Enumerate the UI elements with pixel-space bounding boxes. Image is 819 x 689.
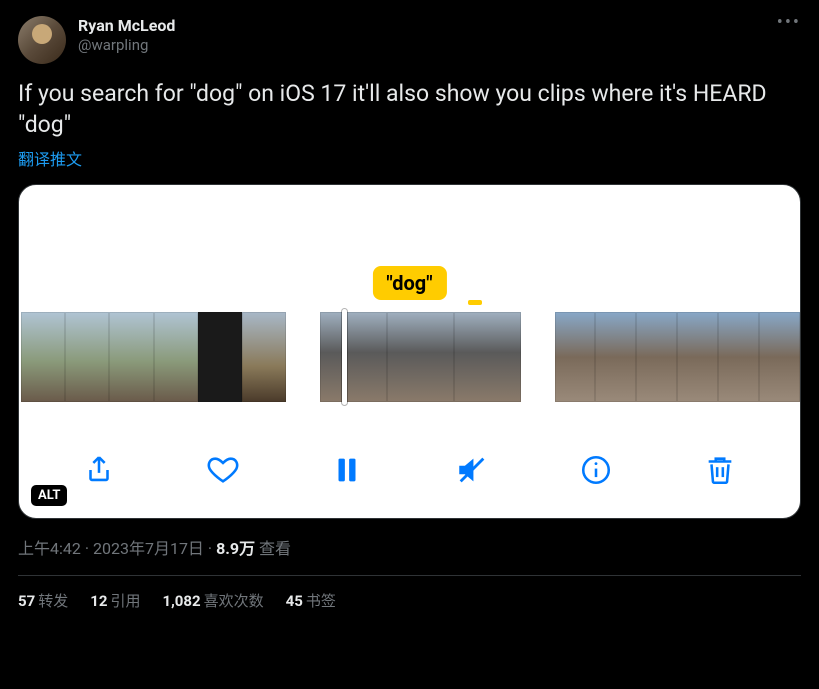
timeline-frame	[109, 312, 153, 402]
playhead[interactable]	[342, 309, 347, 405]
timeline-frame	[636, 312, 677, 402]
tweet-header: Ryan McLeod @warpling •••	[18, 16, 801, 64]
share-icon[interactable]	[77, 448, 121, 492]
quotes-stat[interactable]: 12引用	[90, 590, 140, 611]
caption-marker	[468, 300, 482, 305]
more-menu-icon[interactable]: •••	[777, 12, 801, 33]
avatar[interactable]	[18, 16, 66, 64]
pause-icon[interactable]	[325, 448, 369, 492]
user-handle[interactable]: @warpling	[78, 36, 175, 55]
clip-group[interactable]	[21, 312, 286, 402]
timeline-frame	[242, 312, 286, 402]
video-timeline[interactable]	[19, 312, 800, 402]
display-name[interactable]: Ryan McLeod	[78, 16, 175, 36]
timeline-frame	[759, 312, 800, 402]
retweets-stat[interactable]: 57转发	[18, 590, 68, 611]
timeline-frame	[65, 312, 109, 402]
timeline-frame	[595, 312, 636, 402]
trash-icon[interactable]	[698, 448, 742, 492]
tweet-time[interactable]: 上午4:42	[18, 539, 81, 558]
tweet-text: If you search for "dog" on iOS 17 it'll …	[18, 78, 801, 140]
tweet-date[interactable]: 2023年7月17日	[93, 539, 204, 558]
caption-tooltip: "dog"	[372, 266, 446, 300]
timeline-frame	[198, 312, 242, 402]
bookmarks-stat[interactable]: 45书签	[286, 590, 336, 611]
info-icon[interactable]	[574, 448, 618, 492]
timeline-frame	[387, 312, 454, 402]
translate-link[interactable]: 翻译推文	[18, 146, 801, 170]
clip-group[interactable]	[320, 312, 520, 402]
media-attachment[interactable]: "dog"	[18, 184, 801, 519]
timeline-frame	[21, 312, 65, 402]
likes-stat[interactable]: 1,082喜欢次数	[162, 590, 263, 611]
tweet-meta: 上午4:42 · 2023年7月17日 · 8.9万 查看	[18, 535, 801, 559]
timeline-frame	[454, 312, 521, 402]
mute-icon[interactable]	[450, 448, 494, 492]
alt-badge[interactable]: ALT	[31, 485, 67, 506]
heart-icon[interactable]	[201, 448, 245, 492]
views-label: 查看	[255, 539, 291, 558]
views-count: 8.9万	[216, 539, 255, 558]
tweet-container: Ryan McLeod @warpling ••• If you search …	[0, 0, 819, 627]
timeline-frame	[154, 312, 198, 402]
user-info: Ryan McLeod @warpling	[78, 16, 175, 55]
clip-group[interactable]	[555, 312, 801, 402]
tweet-stats: 57转发 12引用 1,082喜欢次数 45书签	[18, 590, 801, 611]
timeline-frame	[555, 312, 596, 402]
timeline-frame	[320, 312, 387, 402]
timeline-frame	[718, 312, 759, 402]
media-toolbar	[19, 448, 800, 492]
divider	[18, 575, 801, 576]
timeline-frame	[677, 312, 718, 402]
